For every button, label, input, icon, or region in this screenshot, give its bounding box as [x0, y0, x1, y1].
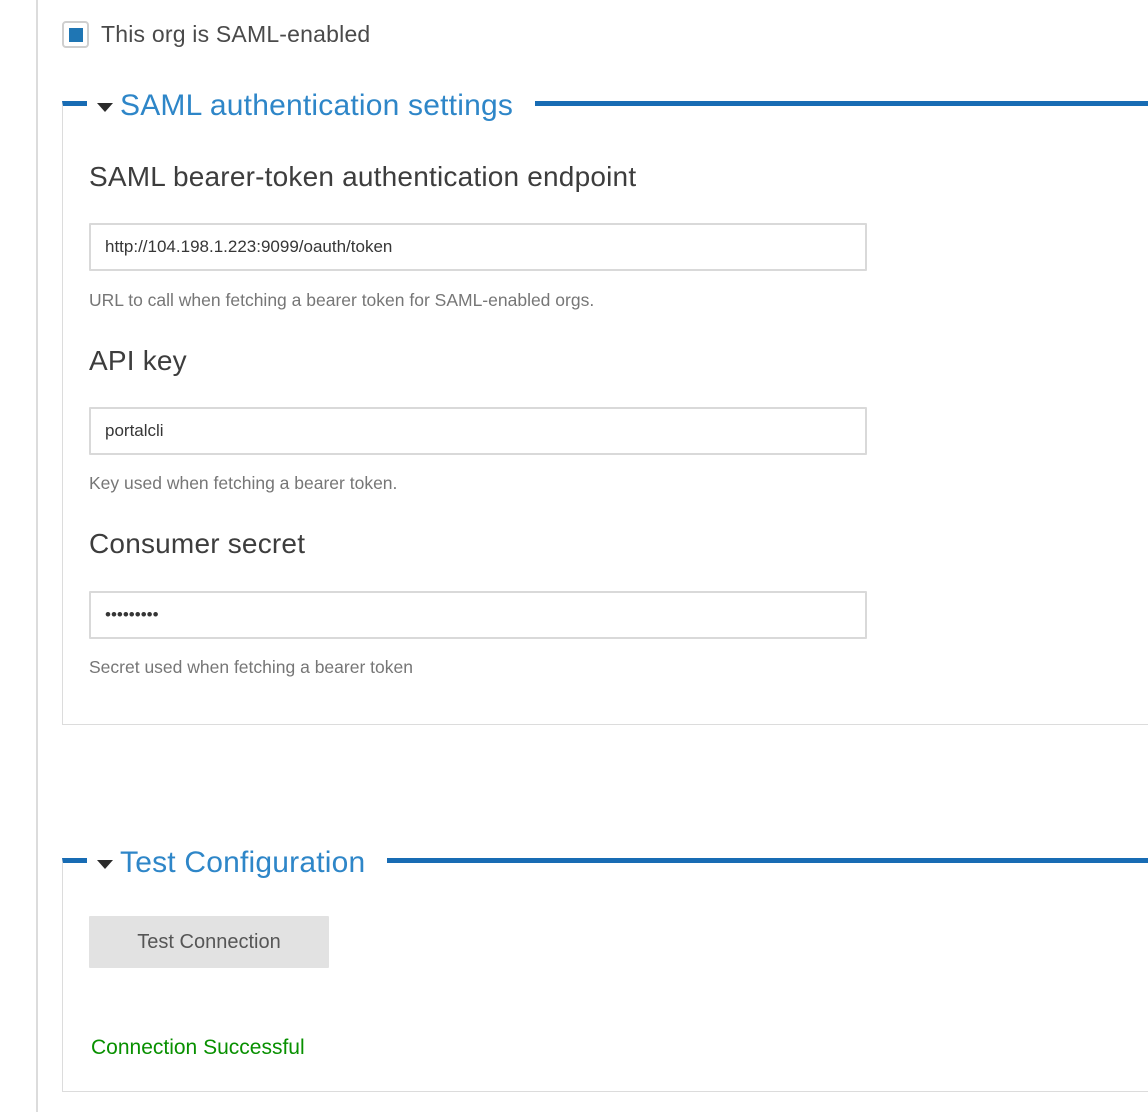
consumer-secret-field-label: Consumer secret — [89, 524, 305, 564]
api-key-input[interactable] — [89, 407, 867, 455]
saml-enabled-label: This org is SAML-enabled — [101, 21, 370, 48]
consumer-secret-help-text: Secret used when fetching a bearer token — [89, 656, 413, 678]
test-configuration-section-toggle[interactable]: Test Configuration — [87, 841, 387, 885]
consumer-secret-input[interactable] — [89, 591, 867, 639]
connection-status-text: Connection Successful — [91, 1035, 305, 1061]
saml-enabled-checkbox[interactable] — [62, 21, 89, 48]
api-key-field-label: API key — [89, 341, 187, 381]
test-configuration-section-title: Test Configuration — [120, 846, 365, 880]
api-key-help-text: Key used when fetching a bearer token. — [89, 472, 397, 494]
saml-enabled-row: This org is SAML-enabled — [62, 21, 370, 48]
endpoint-help-text: URL to call when fetching a bearer token… — [89, 289, 594, 311]
saml-settings-section-title: SAML authentication settings — [120, 89, 513, 123]
checkbox-checked-icon — [69, 28, 83, 42]
test-connection-button[interactable]: Test Connection — [89, 916, 329, 968]
endpoint-input[interactable] — [89, 223, 867, 271]
saml-settings-section: SAML authentication settings SAML bearer… — [62, 101, 1148, 725]
caret-down-icon — [97, 103, 113, 112]
saml-settings-section-toggle[interactable]: SAML authentication settings — [87, 84, 535, 128]
page-left-border — [36, 0, 38, 1112]
test-configuration-section: Test Configuration Test Connection Conne… — [62, 858, 1148, 1092]
caret-down-icon — [97, 860, 113, 869]
endpoint-field-label: SAML bearer-token authentication endpoin… — [89, 157, 636, 197]
